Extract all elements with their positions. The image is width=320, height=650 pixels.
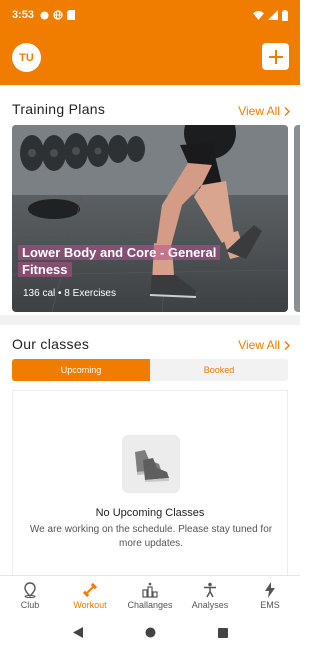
system-nav-bar <box>0 615 300 650</box>
globe-icon <box>53 10 63 20</box>
nav-club[interactable]: Club <box>0 576 60 615</box>
next-training-plan-card[interactable] <box>294 125 300 312</box>
avatar[interactable]: TU <box>12 43 41 72</box>
notification-icons <box>40 10 76 20</box>
location-pin-icon <box>24 581 36 598</box>
training-plans-view-all[interactable]: View All <box>238 104 290 118</box>
chevron-right-icon <box>284 106 290 116</box>
nav-ems[interactable]: EMS <box>240 576 300 615</box>
empty-state-image <box>122 435 180 493</box>
view-all-label: View All <box>238 338 280 352</box>
nav-club-label: Club <box>20 599 40 610</box>
nav-analyses-label: Analyses <box>191 599 229 610</box>
podium-icon <box>142 582 158 598</box>
add-button[interactable] <box>262 43 289 70</box>
person-icon <box>204 582 216 597</box>
home-icon[interactable] <box>145 627 156 638</box>
main-content: Training Plans View All Lower Body and C… <box>0 85 300 575</box>
empty-state-title: No Upcoming Classes <box>95 507 205 519</box>
shoes-icon <box>135 450 169 482</box>
signal-icon <box>268 10 278 20</box>
view-all-label: View All <box>238 104 280 118</box>
tab-upcoming[interactable]: Upcoming <box>12 359 150 381</box>
recents-icon[interactable] <box>217 627 228 638</box>
nav-analyses[interactable]: Analyses <box>180 576 240 615</box>
classes-tabs: Upcoming Booked <box>12 359 288 381</box>
empty-state: No Upcoming Classes We are working on th… <box>12 390 288 575</box>
sd-card-icon <box>67 10 76 20</box>
nav-challanges-label: Challanges <box>127 599 173 610</box>
status-time: 3:53 <box>12 9 35 21</box>
chevron-right-icon <box>284 340 290 350</box>
nav-challanges[interactable]: Challanges <box>120 576 180 615</box>
back-icon[interactable] <box>72 627 83 638</box>
bottom-nav: Club Workout Challanges Analyses EMS <box>0 575 300 615</box>
nav-workout[interactable]: Workout <box>60 576 120 615</box>
training-plans-title: Training Plans <box>12 101 106 117</box>
nav-ems-label: EMS <box>260 599 280 610</box>
circle-notification-icon <box>40 10 49 20</box>
training-plans-section: Training Plans View All Lower Body and C… <box>0 85 300 315</box>
workout-photo <box>12 125 288 312</box>
wifi-icon <box>253 10 264 20</box>
classes-section: Our classes View All Upcoming Booked No … <box>0 325 300 575</box>
battery-icon <box>282 9 288 21</box>
nav-workout-label: Workout <box>73 599 107 610</box>
empty-state-subtitle: We are working on the schedule. Please s… <box>29 524 273 549</box>
status-bar: 3:53 <box>0 0 300 30</box>
training-plan-card[interactable]: Lower Body and Core - General Fitness 13… <box>12 125 288 312</box>
lightning-icon <box>265 581 275 598</box>
training-plan-title: Lower Body and Core - General Fitness <box>18 244 248 278</box>
classes-view-all[interactable]: View All <box>238 338 290 352</box>
app-header: TU <box>0 30 300 85</box>
classes-title: Our classes <box>12 336 90 352</box>
tab-booked[interactable]: Booked <box>150 359 288 381</box>
dumbbell-icon <box>82 582 98 597</box>
plus-icon <box>268 49 283 64</box>
training-plan-meta: 136 cal • 8 Exercises <box>23 288 116 299</box>
